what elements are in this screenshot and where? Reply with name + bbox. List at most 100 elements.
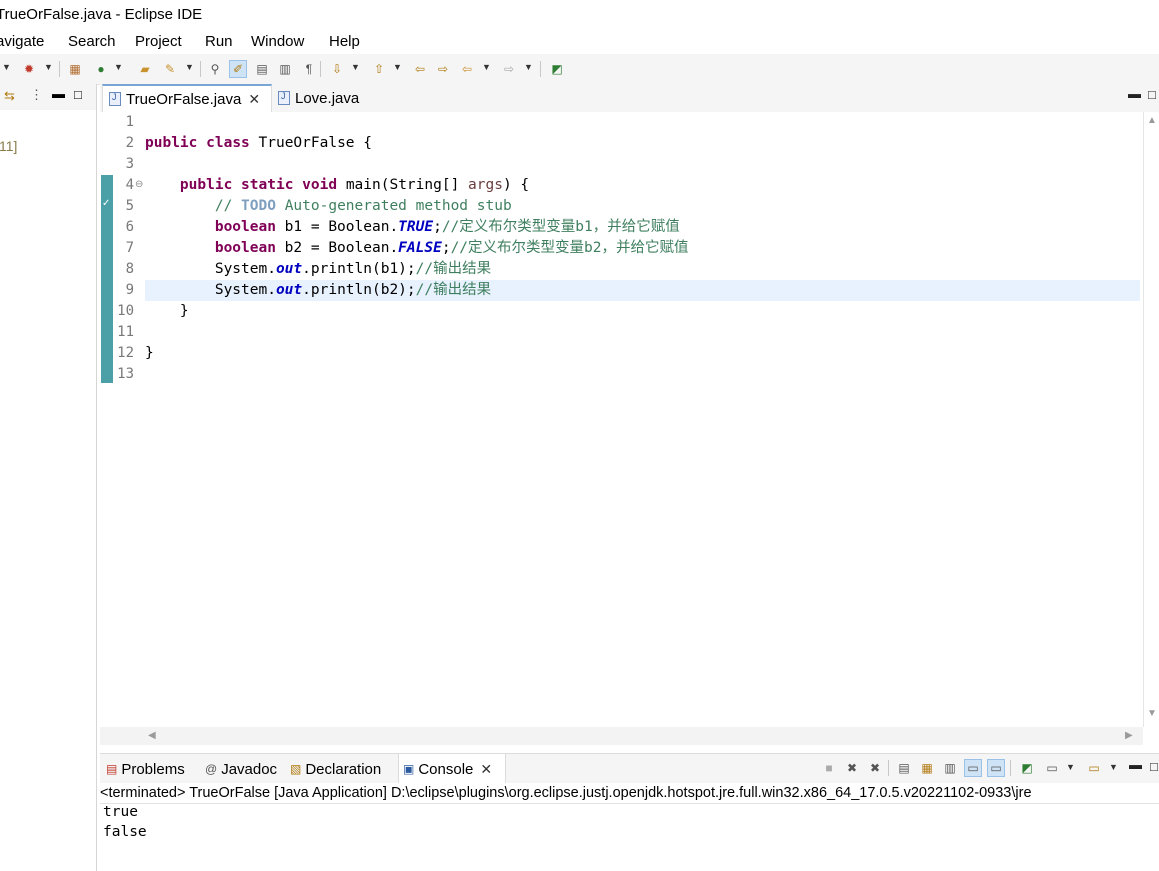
editor-tab-bar: TrueOrFalse.java ✕ Love.java ▬ □ xyxy=(100,84,1159,113)
comment: //定义布尔类型变量b2，并给它赋值 xyxy=(450,240,689,256)
menu-search[interactable]: Search xyxy=(68,33,116,50)
dropdown-arrow-icon[interactable]: ▼ xyxy=(185,62,194,72)
scroll-lock-icon[interactable]: ▦ xyxy=(918,759,936,777)
minimize-icon[interactable]: ▬ xyxy=(52,86,65,101)
maximize-icon[interactable]: □ xyxy=(74,87,82,102)
menu-project[interactable]: Project xyxy=(135,33,182,50)
dropdown-arrow-icon[interactable]: ▼ xyxy=(393,62,402,72)
dropdown-arrow-icon[interactable]: ▼ xyxy=(351,62,360,72)
last-edit-location-icon[interactable]: ⇦ xyxy=(411,60,429,78)
console-output[interactable]: true false xyxy=(100,804,1159,871)
minimize-icon[interactable]: ▬ xyxy=(1129,757,1142,772)
menu-window[interactable]: Window xyxy=(251,33,304,50)
tab-javadoc[interactable]: @ Javadoc xyxy=(201,754,281,784)
forward-icon[interactable]: ⇨ xyxy=(500,60,518,78)
console-output-line: true xyxy=(103,804,138,820)
maximize-icon[interactable]: □ xyxy=(1148,87,1156,102)
menu-navigate[interactable]: avigate xyxy=(0,33,44,50)
line-number: 3 xyxy=(125,156,134,172)
static-field: TRUE xyxy=(398,219,434,235)
problems-icon: ▤ xyxy=(106,762,118,776)
comment: //输出结果 xyxy=(415,261,492,277)
code-line: System.out.println(b1);//输出结果 xyxy=(145,259,491,280)
show-whitespace-icon[interactable]: ¶ xyxy=(300,60,318,78)
forward-edit-icon[interactable]: ⇨ xyxy=(434,60,452,78)
clear-console-icon[interactable]: ▤ xyxy=(895,759,913,777)
previous-annotation-icon[interactable]: ⇧ xyxy=(370,60,388,78)
java-file-icon xyxy=(278,91,290,105)
task-marker-icon: ✓ xyxy=(102,198,111,209)
menu-run[interactable]: Run xyxy=(205,33,233,50)
comment: //输出结果 xyxy=(415,282,492,298)
toggle-breadcrumb-icon[interactable]: ⚲ xyxy=(206,60,224,78)
horizontal-scrollbar[interactable]: ◀ ▶ xyxy=(100,727,1143,745)
pin-console-icon[interactable]: ◩ xyxy=(1018,759,1036,777)
dropdown-arrow-icon[interactable]: ▼ xyxy=(524,62,533,72)
code-text: main(String[] xyxy=(337,177,469,193)
menu-help[interactable]: Help xyxy=(329,33,360,50)
close-icon[interactable]: ✕ xyxy=(248,91,260,108)
line-number: 9 xyxy=(125,282,134,298)
dropdown-arrow-icon[interactable]: ▼ xyxy=(482,62,491,72)
word-wrap-icon[interactable]: ▥ xyxy=(276,60,294,78)
tree-item[interactable]: 11] xyxy=(0,138,17,154)
search-icon[interactable]: ✎ xyxy=(161,60,179,78)
vertical-scrollbar[interactable]: ▲ ▼ xyxy=(1143,112,1159,727)
tab-label: Problems xyxy=(121,760,185,778)
display-console-icon[interactable]: ▭ xyxy=(1043,759,1061,777)
link-with-editor-icon[interactable]: ⇆ xyxy=(4,88,15,104)
tab-love-java[interactable]: Love.java xyxy=(272,84,372,112)
block-selection-icon[interactable]: ▤ xyxy=(253,60,271,78)
view-menu-icon[interactable]: ⋮ xyxy=(30,87,43,103)
debug-icon[interactable]: ✹ xyxy=(20,60,38,78)
minimize-icon[interactable]: ▬ xyxy=(1128,86,1141,101)
close-icon[interactable]: ✕ xyxy=(480,761,492,778)
next-annotation-icon[interactable]: ⇩ xyxy=(328,60,346,78)
maximize-icon[interactable]: □ xyxy=(1150,759,1158,774)
open-type-icon[interactable]: ▰ xyxy=(136,60,154,78)
toolbar-separator xyxy=(540,61,541,77)
dropdown-arrow-icon[interactable]: ▼ xyxy=(1066,762,1075,772)
code-text: System. xyxy=(214,282,276,298)
code-line: } xyxy=(145,303,189,319)
code-text: b2 = Boolean. xyxy=(275,240,399,256)
line-number: 10 xyxy=(117,303,134,319)
bottom-panel-tab-bar: ▤ Problems @ Javadoc ▧ Declaration ▣ Con… xyxy=(100,753,1159,784)
line-number: 6 xyxy=(125,219,134,235)
new-class-icon[interactable]: ● xyxy=(92,60,110,78)
line-number: 7 xyxy=(125,240,134,256)
package-explorer-toolbar: ⇆ ⋮ ▬ □ xyxy=(0,84,96,110)
remove-all-launches-icon[interactable]: ✖ xyxy=(866,759,884,777)
line-number-ruler: 1 2 3 4 ⊖ 5 6 7 8 9 10 11 12 13 xyxy=(114,112,144,727)
new-package-icon[interactable]: ▦ xyxy=(66,60,84,78)
open-perspective-icon[interactable]: ◩ xyxy=(548,60,566,78)
toolbar-separator xyxy=(888,760,889,776)
remove-launch-icon[interactable]: ✖ xyxy=(843,759,861,777)
fold-collapse-icon[interactable]: ⊖ xyxy=(135,179,143,190)
scroll-down-icon[interactable]: ▼ xyxy=(1147,708,1157,719)
open-console-icon[interactable]: ▭ xyxy=(1085,759,1103,777)
show-on-stderr-icon[interactable]: ▭ xyxy=(987,759,1005,777)
main-toolbar: ▼ ✹ ▼ ▦ ● ▼ ▰ ✎ ▼ ⚲ ✐ ▤ ▥ ¶ ⇩ ▼ ⇧ ▼ ⇦ ⇨ … xyxy=(0,54,1159,85)
word-wrap-icon[interactable]: ▥ xyxy=(941,759,959,777)
code-text: .println(b1); xyxy=(302,261,416,277)
dropdown-arrow-icon[interactable]: ▼ xyxy=(114,62,123,72)
tab-trueorfalse-java[interactable]: TrueOrFalse.java ✕ xyxy=(102,84,272,112)
terminate-icon[interactable]: ■ xyxy=(820,759,838,777)
tab-problems[interactable]: ▤ Problems xyxy=(102,754,189,784)
scroll-up-icon[interactable]: ▲ xyxy=(1147,115,1157,126)
tab-declaration[interactable]: ▧ Declaration xyxy=(286,754,385,784)
back-icon[interactable]: ⇦ xyxy=(458,60,476,78)
mark-occurrences-icon[interactable]: ✐ xyxy=(229,60,247,78)
line-number: 1 xyxy=(125,114,134,130)
show-on-stdout-icon[interactable]: ▭ xyxy=(964,759,982,777)
dropdown-arrow-icon[interactable]: ▼ xyxy=(1109,762,1118,772)
scroll-right-icon[interactable]: ▶ xyxy=(1125,730,1133,741)
scroll-left-icon[interactable]: ◀ xyxy=(148,730,156,741)
tab-console[interactable]: ▣ Console ✕ xyxy=(398,754,506,784)
dropdown-arrow-icon[interactable]: ▼ xyxy=(2,62,11,72)
dropdown-arrow-icon[interactable]: ▼ xyxy=(44,62,53,72)
tab-label: Console xyxy=(418,760,474,778)
line-number: 12 xyxy=(117,345,134,361)
